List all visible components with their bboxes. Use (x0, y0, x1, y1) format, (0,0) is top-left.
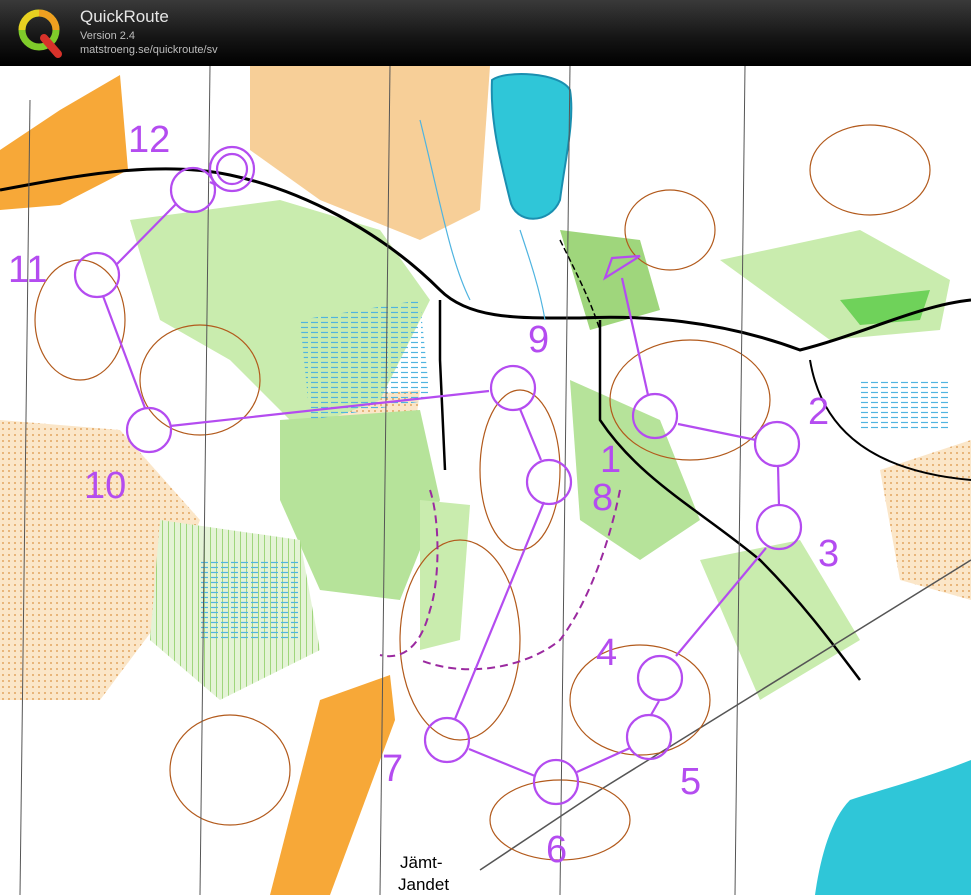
place-label-line1: Jämt- (400, 853, 443, 872)
control-number-6: 6 (546, 829, 567, 871)
control-number-8: 8 (592, 477, 613, 519)
control-number-7: 7 (382, 748, 403, 790)
quickroute-logo-icon (18, 9, 62, 58)
quickroute-window: QuickRoute Version 2.4 matstroeng.se/qui… (0, 0, 971, 895)
control-number-1: 1 (600, 439, 621, 481)
control-number-9: 9 (528, 319, 549, 361)
control-number-10: 10 (84, 465, 126, 507)
orienteering-map[interactable]: Jämt- Jandet 1 2 3 4 5 6 7 8 9 10 11 12 (0, 66, 971, 895)
app-url: matstroeng.se/quickroute/sv (80, 44, 218, 56)
control-number-2: 2 (808, 391, 829, 433)
title-bar: QuickRoute Version 2.4 matstroeng.se/qui… (0, 0, 971, 66)
app-version: Version 2.4 (80, 30, 136, 42)
control-number-4: 4 (596, 632, 617, 674)
course-leg (776, 464, 781, 507)
control-number-3: 3 (818, 533, 839, 575)
control-number-11: 11 (8, 249, 47, 291)
app-title: QuickRoute (80, 7, 169, 26)
map-terrain (0, 66, 971, 895)
control-number-12: 12 (128, 119, 170, 161)
place-label-line2: Jandet (398, 875, 449, 894)
control-number-5: 5 (680, 761, 701, 803)
